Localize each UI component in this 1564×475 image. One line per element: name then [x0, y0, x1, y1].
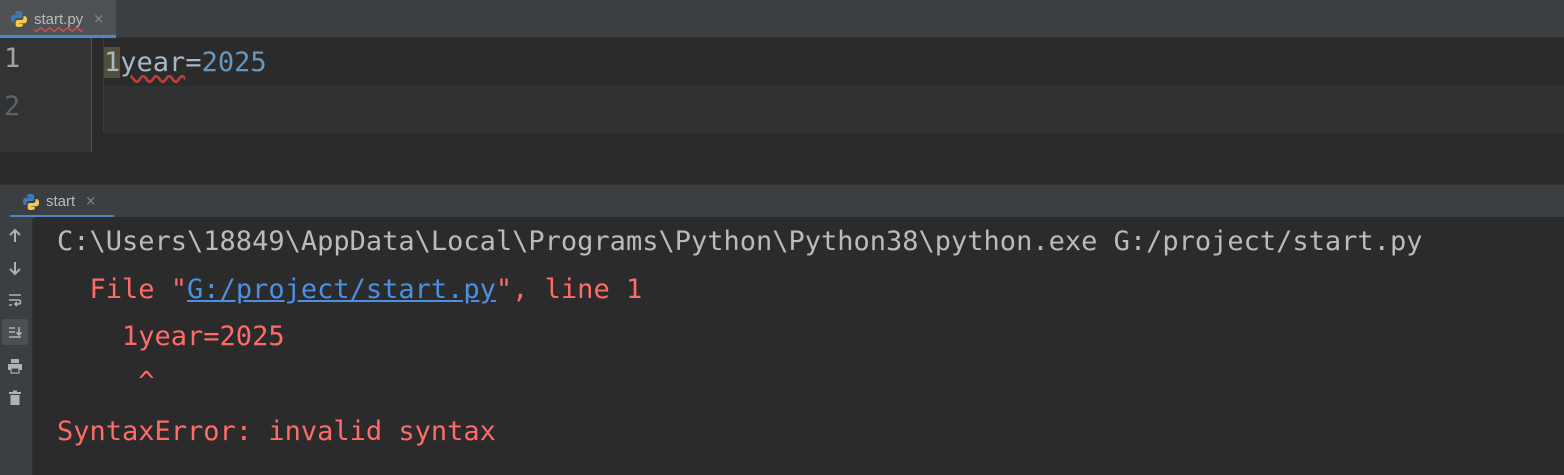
run-tab-start[interactable]: start × [10, 185, 114, 218]
code-editor[interactable]: 1 2 1year=2025 [0, 38, 1564, 152]
python-run-icon [22, 193, 40, 211]
console-traceback-code: 1year=2025 [57, 321, 285, 352]
syntax-error-token: 1 [104, 47, 121, 78]
ide-window: start.py × 1 2 1year=2025 start × C:\Use… [0, 0, 1564, 475]
line-number: 1 [4, 43, 21, 74]
console-command-line: C:\Users\18849\AppData\Local\Programs\Py… [57, 226, 1423, 257]
number-token: 2025 [201, 47, 267, 78]
up-arrow-icon[interactable] [2, 223, 28, 249]
print-icon[interactable] [2, 353, 28, 379]
trash-icon[interactable] [2, 385, 28, 411]
line-number-gutter: 1 2 [0, 38, 92, 152]
editor-tab-label: start.py [34, 10, 84, 28]
identifier-token: year [120, 47, 186, 78]
console-traceback-file-line: File "G:/project/start.py", line 1 [57, 266, 643, 314]
close-icon[interactable]: × [93, 12, 104, 27]
soft-wrap-icon[interactable] [2, 287, 28, 313]
line-number: 2 [4, 91, 21, 122]
editor-tab-start-py[interactable]: start.py × [0, 0, 116, 38]
run-console-output[interactable]: C:\Users\18849\AppData\Local\Programs\Py… [34, 217, 1564, 475]
operator-token: = [185, 47, 202, 78]
traceback-line-info: ", line 1 [495, 274, 643, 305]
traceback-file-prefix: File " [57, 274, 188, 305]
down-arrow-icon[interactable] [2, 255, 28, 281]
scroll-to-end-icon[interactable] [2, 319, 28, 345]
console-error-message: SyntaxError: invalid syntax [57, 416, 496, 447]
editor-tab-bar: start.py × [0, 0, 1564, 38]
traceback-file-link[interactable]: G:/project/start.py [187, 274, 496, 305]
editor-empty-area [0, 152, 1564, 184]
run-tab-label: start [46, 193, 76, 210]
code-line-1[interactable]: 1year=2025 [104, 39, 1564, 87]
console-error-caret: ^ [57, 366, 155, 397]
run-toolbar [0, 217, 33, 475]
close-icon[interactable]: × [85, 194, 96, 209]
run-tool-window-header: start × [0, 184, 1564, 218]
python-file-icon [10, 10, 28, 28]
code-line-2[interactable] [104, 86, 1564, 134]
